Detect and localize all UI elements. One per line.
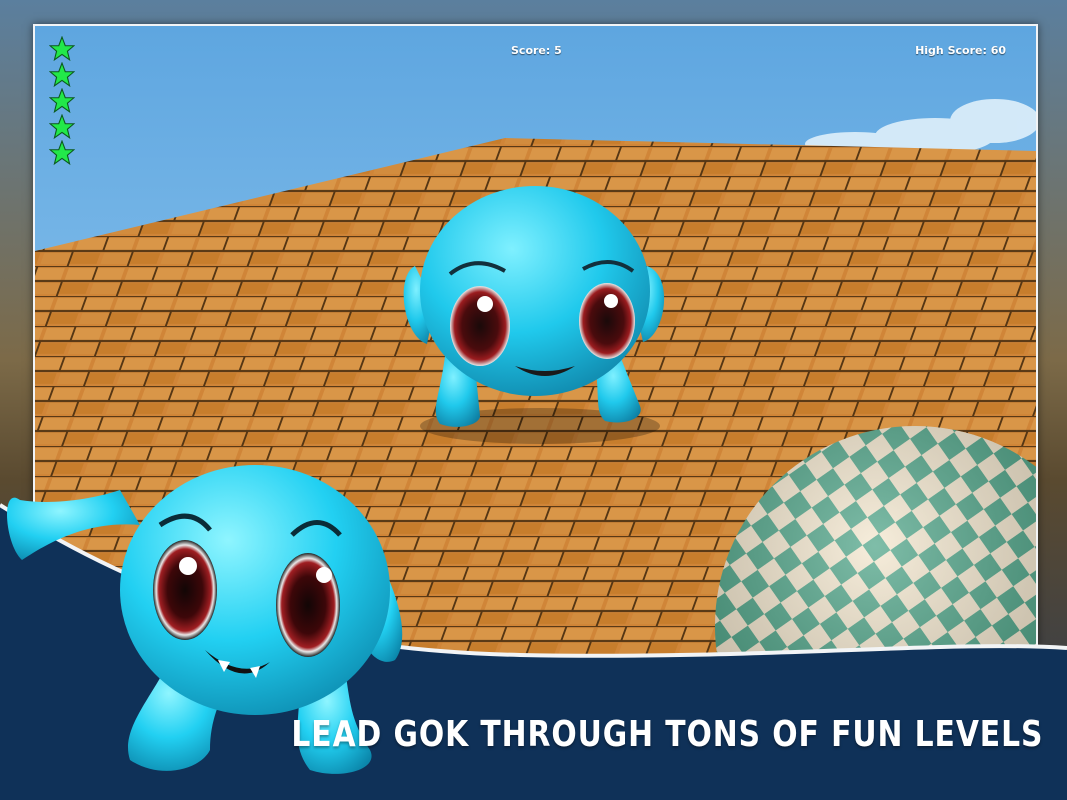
promo-caption: LEAD GOK THROUGH TONS OF FUN LEVELS bbox=[291, 714, 1043, 755]
promo-banner bbox=[0, 465, 1067, 800]
